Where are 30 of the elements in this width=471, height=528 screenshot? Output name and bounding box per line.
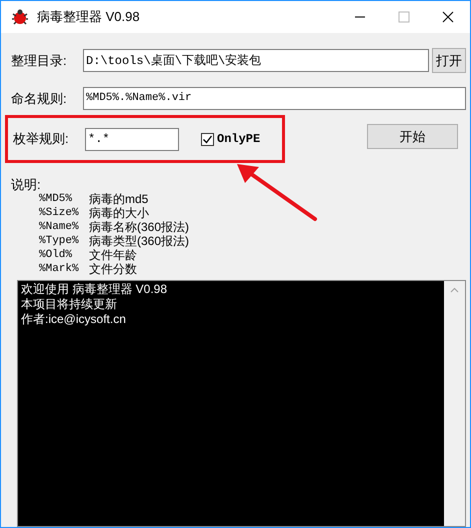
checkbox-label: OnlyPE (217, 131, 260, 148)
placeholder-key: %Size% (39, 206, 89, 220)
directory-field[interactable]: D:\tools\桌面\下载吧\安装包 (83, 49, 429, 72)
placeholder-description: 病毒类型(360报法) (89, 234, 190, 248)
placeholder-description: 文件年龄 (89, 248, 137, 262)
placeholder-description: 病毒的md5 (89, 192, 148, 206)
bug-icon (11, 9, 29, 25)
enumeration-rule-field[interactable]: *.* (85, 128, 179, 150)
placeholder-description: 病毒名称(360报法) (89, 220, 190, 234)
window-title: 病毒整理器 V0.98 (37, 8, 140, 26)
start-button[interactable]: 开始 (367, 124, 458, 149)
placeholder-key: %Mark% (39, 262, 89, 276)
console-line: 本项目将持续更新 (21, 297, 118, 312)
naming-rule-field[interactable]: %MD5%.%Name%.vir (83, 87, 466, 110)
console-line: 作者:ice@icysoft.cn (21, 312, 127, 327)
open-button[interactable]: 打开 (432, 48, 466, 73)
field-label: 命名规则: (11, 90, 68, 108)
placeholder-key: %Type% (39, 234, 89, 248)
field-label: 枚举规则: (13, 130, 70, 148)
field-label: 整理目录: (11, 52, 68, 70)
console-line: 欢迎使用 病毒整理器 V0.98 (21, 282, 168, 297)
placeholder-description: 病毒的大小 (89, 206, 149, 220)
placeholder-key: %Name% (39, 220, 89, 234)
help-label: 说明: (11, 177, 42, 192)
placeholder-key: %Old% (39, 248, 89, 262)
scrollbar[interactable] (444, 281, 465, 526)
close-icon[interactable] (442, 11, 454, 23)
placeholder-key: %MD5% (39, 192, 89, 206)
placeholder-description: 文件分数 (89, 262, 137, 276)
only-pe-checkbox[interactable] (201, 132, 214, 146)
